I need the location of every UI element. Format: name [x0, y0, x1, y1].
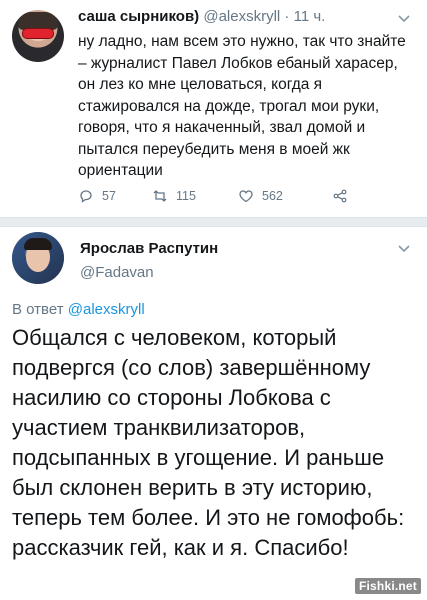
separator-dot: ·: [284, 8, 294, 25]
tweet-text: ну ладно, нам всем это нужно, так что зн…: [78, 33, 406, 179]
tweet-header: саша сырников) @alexskryll · 11 ч.: [78, 8, 325, 25]
retweet-icon: [153, 190, 167, 202]
reply-to-link[interactable]: @alexskryll: [68, 301, 145, 318]
reply-icon: [80, 190, 92, 203]
like-icon: [239, 190, 253, 203]
avatar-hair: [24, 238, 52, 250]
timestamp[interactable]: 11 ч.: [294, 8, 326, 25]
retweet-count: 115: [176, 189, 196, 203]
avatar-hair: [18, 12, 58, 30]
author-name[interactable]: саша сырников): [78, 8, 199, 25]
reply-count: 57: [102, 189, 116, 203]
avatar[interactable]: [12, 232, 64, 284]
tweet-text: Общался с человеком, который подвергся (…: [12, 325, 405, 560]
watermark: Fishki.net: [354, 578, 421, 594]
reply-prefix: В ответ: [12, 301, 64, 318]
author-handle[interactable]: @Fadavan: [80, 264, 154, 281]
like-action[interactable]: 562: [238, 188, 283, 204]
share-icon: [333, 189, 347, 203]
share-action[interactable]: [332, 188, 348, 204]
tweet-actions: 57 115 562: [78, 188, 378, 210]
avatar[interactable]: [12, 10, 64, 62]
tweet-original: саша сырников) @alexskryll · 11 ч. ну ла…: [0, 0, 427, 216]
author-handle[interactable]: @alexskryll: [203, 8, 280, 25]
author-name[interactable]: Ярослав Распутин: [80, 240, 218, 257]
tweet-divider: [0, 217, 427, 227]
avatar-glasses: [23, 29, 53, 38]
reply-context: В ответ @alexskryll: [12, 301, 145, 318]
retweet-action[interactable]: 115: [152, 188, 196, 204]
reply-action[interactable]: 57: [78, 188, 116, 204]
chevron-down-icon[interactable]: [397, 244, 411, 254]
like-count: 562: [262, 189, 283, 203]
chevron-down-icon[interactable]: [397, 14, 411, 24]
